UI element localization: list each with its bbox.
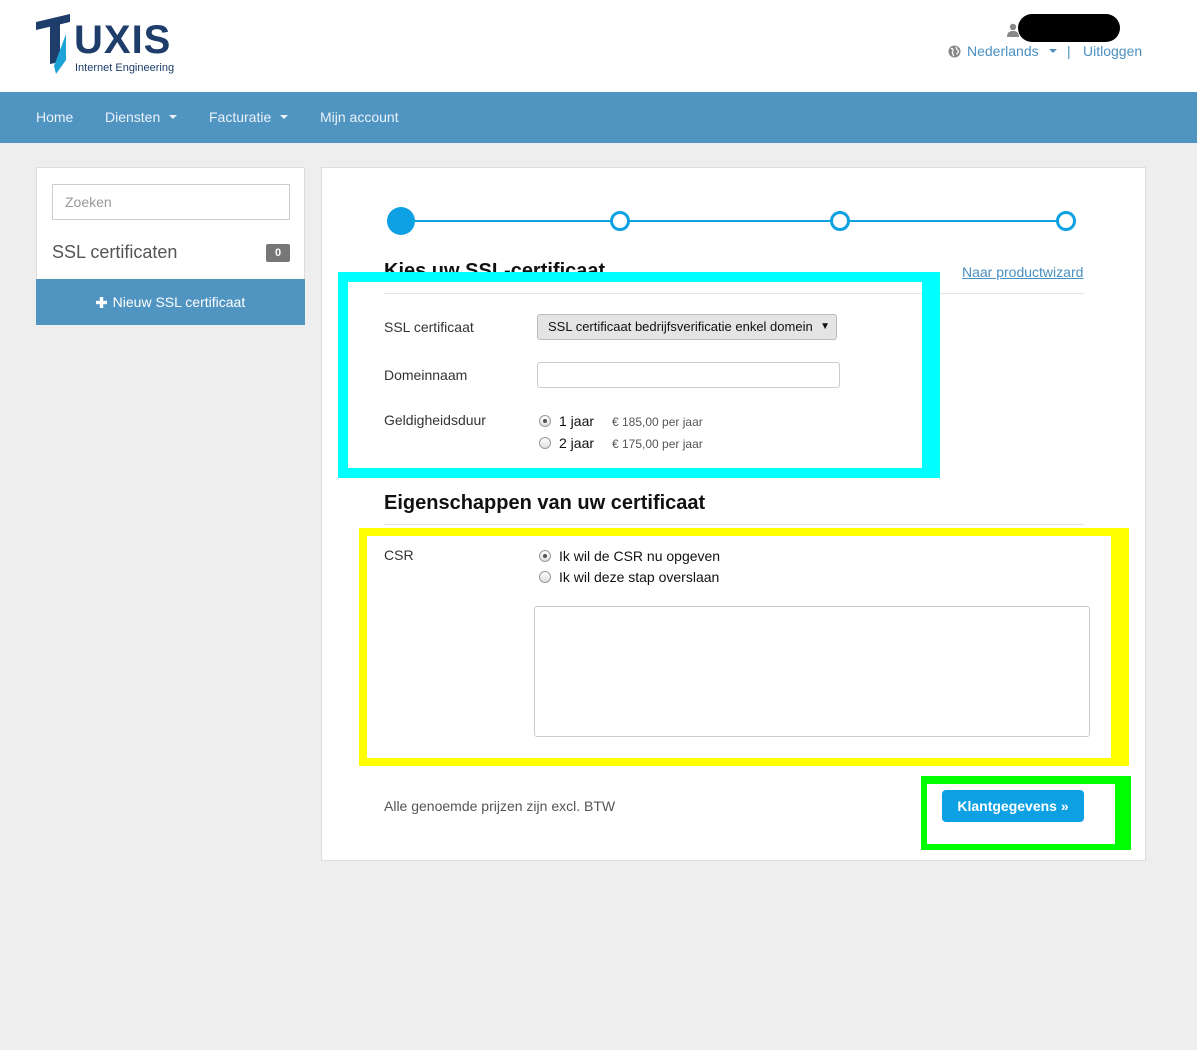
wizard-progress [387,207,1077,238]
price-2-year: € 175,00 per jaar [612,437,703,451]
price-1-year: € 185,00 per jaar [612,415,703,429]
globe-icon [948,44,961,58]
ssl-certificate-select[interactable]: SSL certificaat bedrijfsverificatie enke… [537,314,837,340]
validity-option-2-year[interactable]: 2 jaar [539,435,594,451]
nav-label: Diensten [105,109,161,125]
product-wizard-link[interactable]: Naar productwizard [962,264,1083,280]
validity-label: Geldigheidsduur [384,412,486,428]
chevron-down-icon [280,115,289,119]
csr-option-label: Ik wil de CSR nu opgeven [559,548,721,564]
plus-icon [95,297,107,308]
divider [384,524,1084,525]
csr-option-label: Ik wil deze stap overslaan [559,569,720,585]
progress-line [403,220,1067,222]
order-wizard-panel: Kies uw SSL-certificaat Naar productwiza… [321,167,1146,861]
nav-item-diensten[interactable]: Diensten [105,109,178,125]
wizard-step-4 [1056,211,1076,231]
main-navbar: Home Diensten Facturatie Mijn account [0,92,1197,143]
radio-unchecked[interactable] [539,437,551,449]
logo-t-mark-icon [36,14,70,74]
validity-option-label: 2 jaar [559,435,595,451]
ssl-certificate-label: SSL certificaat [384,319,474,335]
csr-option-skip[interactable]: Ik wil deze stap overslaan [539,569,719,585]
csr-textarea[interactable] [534,606,1090,737]
domain-label: Domeinnaam [384,367,468,383]
logo-subtitle: Internet Engineering [75,62,175,74]
user-area: Nederlands | Uitloggen [933,14,1153,74]
nav-label: Home [36,109,74,125]
next-customer-details-button[interactable]: Klantgegevens » [942,790,1084,822]
validity-option-label: 1 jaar [559,413,595,429]
language-label: Nederlands [967,43,1039,59]
section-title-choose-certificate: Kies uw SSL-certificaat [384,260,606,282]
section-title-certificate-properties: Eigenschappen van uw certificaat [384,492,706,514]
logo-wordmark: UXIS [74,18,172,62]
nav-item-mijn-account[interactable]: Mijn account [320,109,399,125]
language-selector[interactable]: Nederlands [948,43,1057,59]
csr-label: CSR [384,547,414,563]
csr-option-provide-now[interactable]: Ik wil de CSR nu opgeven [539,548,720,564]
domain-input[interactable] [537,362,840,388]
radio-checked[interactable] [539,550,551,562]
search-input[interactable] [52,184,290,220]
ssl-certificate-selected: SSL certificaat bedrijfsverificatie enke… [548,319,813,334]
header: UXIS Internet Engineering Nederlands | U… [0,0,1197,92]
wizard-step-2 [610,211,630,231]
chevron-down-icon [1048,49,1057,53]
wizard-step-1 [387,207,415,235]
chevron-down-icon [169,115,178,119]
nav-item-home[interactable]: Home [36,109,73,125]
header-separator: | [1067,43,1071,59]
sidebar-title: SSL certificaten [52,242,178,262]
dropdown-arrow-icon: ▼ [820,321,830,332]
prices-footnote: Alle genoemde prijzen zijn excl. BTW [384,798,616,814]
redacted-username [1018,14,1120,42]
count-badge: 0 [266,244,290,262]
radio-checked[interactable] [539,415,551,427]
wizard-step-3 [830,211,850,231]
nav-label: Facturatie [209,109,272,125]
radio-unchecked[interactable] [539,571,551,583]
nav-item-facturatie[interactable]: Facturatie [209,109,289,125]
new-button-label: Nieuw SSL certificaat [112,294,246,310]
tuxis-logo[interactable]: UXIS Internet Engineering [36,14,176,78]
logout-link[interactable]: Uitloggen [1083,43,1142,59]
nav-label: Mijn account [320,109,399,125]
new-ssl-certificate-button[interactable]: Nieuw SSL certificaat [36,279,305,325]
divider [384,293,1084,294]
validity-option-1-year[interactable]: 1 jaar [539,413,594,429]
sidebar: SSL certificaten 0 Nieuw SSL certificaat [36,167,305,325]
